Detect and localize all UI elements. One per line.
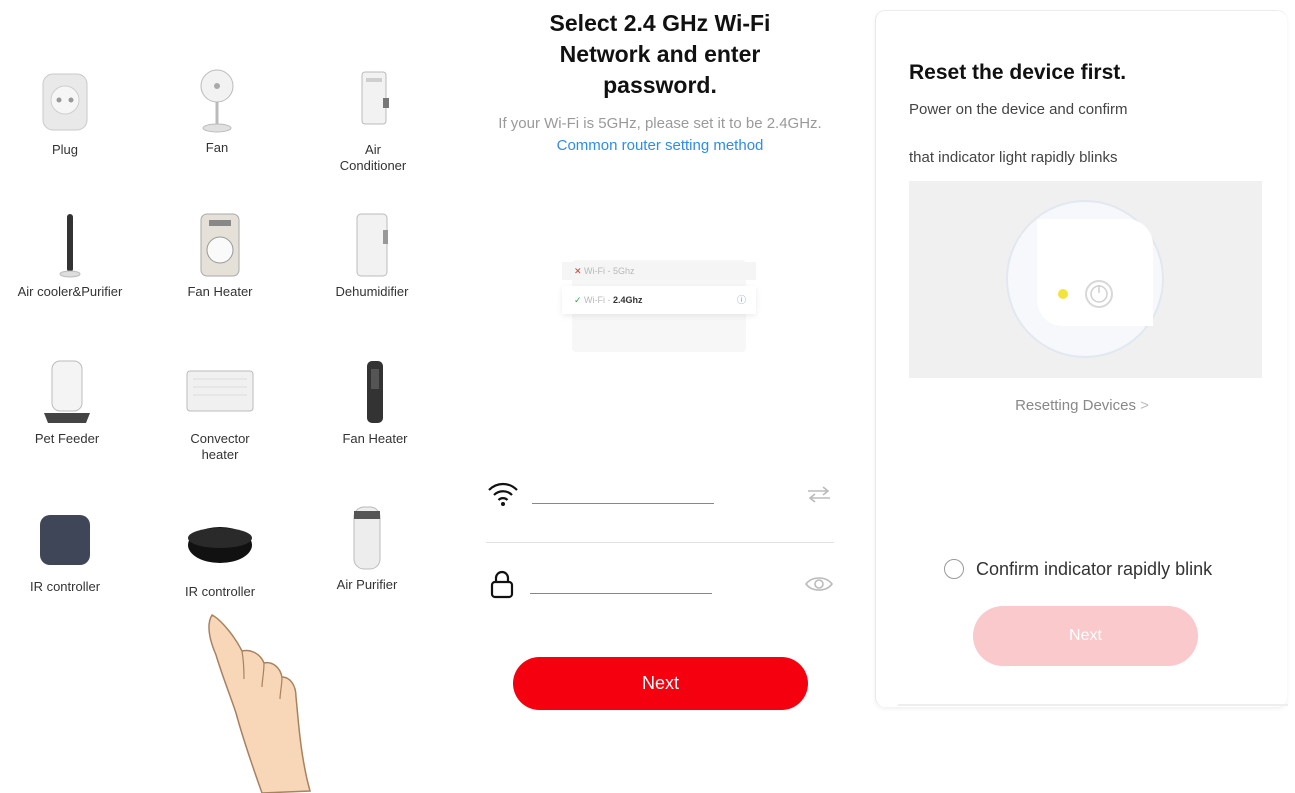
device-plug[interactable]: Plug xyxy=(0,68,140,158)
device-convector-heater[interactable]: Convector heater xyxy=(145,357,295,463)
wifi-hint-text: If your Wi-Fi is 5GHz, please set it to … xyxy=(498,115,822,132)
device-label: Fan xyxy=(205,140,229,155)
wifi-5ghz-row: ✕ Wi-Fi - 5Ghz xyxy=(562,262,756,280)
pointing-hand-icon xyxy=(208,614,311,793)
confirm-label: Confirm indicator rapidly blink xyxy=(976,559,1213,579)
resetting-devices-link[interactable]: Resetting Devices > xyxy=(876,397,1288,414)
wifi-illustration: ✕ Wi-Fi - 5Ghz ✓ Wi-Fi - 2.4Ghz ⓘ xyxy=(562,258,756,358)
device-ir-controller-round[interactable]: IR controller xyxy=(145,510,295,600)
device-ir-controller-square[interactable]: IR controller xyxy=(0,505,140,595)
device-label: Convector heater xyxy=(190,431,250,462)
device-fan[interactable]: Fan xyxy=(142,66,292,156)
device-fan-heater-tower[interactable]: Fan Heater xyxy=(300,357,450,447)
air-cooler-icon xyxy=(59,214,81,278)
chevron-right-icon: > xyxy=(1140,397,1149,414)
indicator-light xyxy=(1058,289,1068,299)
lock-icon xyxy=(490,570,514,599)
fan-heater-icon xyxy=(200,213,240,277)
confirm-radio[interactable] xyxy=(944,559,964,579)
router-setting-link[interactable]: Common router setting method xyxy=(557,137,764,154)
device-label: Fan Heater xyxy=(342,431,408,446)
device-air-cooler-purifier[interactable]: Air cooler&Purifier xyxy=(0,210,145,300)
device-label: Plug xyxy=(51,142,79,157)
ssid-input[interactable] xyxy=(532,503,714,504)
check-icon: ✓ xyxy=(574,295,582,305)
tower-heater-icon xyxy=(367,361,383,423)
device-fan-heater[interactable]: Fan Heater xyxy=(145,210,295,300)
convector-heater-icon xyxy=(186,370,254,412)
reset-instruction-2: that indicator light rapidly blinks xyxy=(909,149,1118,166)
device-category-grid: Plug Fan Air Conditioner Air cooler&Puri… xyxy=(0,0,470,793)
next-button[interactable]: Next xyxy=(513,657,808,710)
reset-instruction-1: Power on the device and confirm xyxy=(909,101,1128,118)
wifi-24ghz-row: ✓ Wi-Fi - 2.4Ghz ⓘ xyxy=(562,286,756,314)
reset-title: Reset the device first. xyxy=(909,61,1127,84)
device-air-conditioner[interactable]: Air Conditioner xyxy=(298,68,448,174)
device-dehumidifier[interactable]: Dehumidifier xyxy=(297,210,447,300)
wifi-icon xyxy=(488,482,518,506)
wifi-hint: If your Wi-Fi is 5GHz, please set it to … xyxy=(490,113,830,157)
reset-device-panel: Reset the device first. Power on the dev… xyxy=(875,10,1287,707)
pet-feeder-icon xyxy=(44,360,90,423)
device-label: IR controller xyxy=(29,579,101,594)
password-field[interactable] xyxy=(486,565,846,605)
switch-network-icon[interactable] xyxy=(804,483,834,505)
device-indicator-illustration xyxy=(1006,200,1164,358)
device-label: Dehumidifier xyxy=(335,284,409,299)
field-divider xyxy=(486,542,834,543)
password-input[interactable] xyxy=(530,593,712,594)
air-conditioner-icon xyxy=(361,71,389,125)
wifi-setup-panel: Select 2.4 GHz Wi-Fi Network and enter p… xyxy=(470,0,865,793)
device-label: Air cooler&Purifier xyxy=(17,284,123,299)
cross-icon: ✕ xyxy=(574,266,582,276)
wifi-page-title: Select 2.4 GHz Wi-Fi Network and enter p… xyxy=(549,10,771,98)
ir-controller-icon xyxy=(40,515,90,565)
eye-icon[interactable] xyxy=(804,573,834,595)
plug-icon xyxy=(42,73,88,131)
device-label: Air Purifier xyxy=(336,577,398,592)
ssid-field[interactable] xyxy=(486,475,846,515)
ir-controller-icon xyxy=(188,527,252,563)
dehumidifier-icon xyxy=(356,213,388,277)
info-icon: ⓘ xyxy=(736,295,746,305)
device-label: Pet Feeder xyxy=(34,431,100,446)
air-purifier-icon xyxy=(353,506,381,570)
reset-next-button[interactable]: Next xyxy=(973,606,1198,666)
panel-divider xyxy=(898,704,1288,706)
device-air-purifier[interactable]: Air Purifier xyxy=(292,503,442,593)
device-label: Fan Heater xyxy=(187,284,253,299)
device-label: Air Conditioner xyxy=(339,142,407,173)
device-label: IR controller xyxy=(184,584,256,599)
fan-icon xyxy=(200,69,234,133)
reset-illustration xyxy=(909,181,1262,378)
device-pet-feeder[interactable]: Pet Feeder xyxy=(0,357,142,447)
